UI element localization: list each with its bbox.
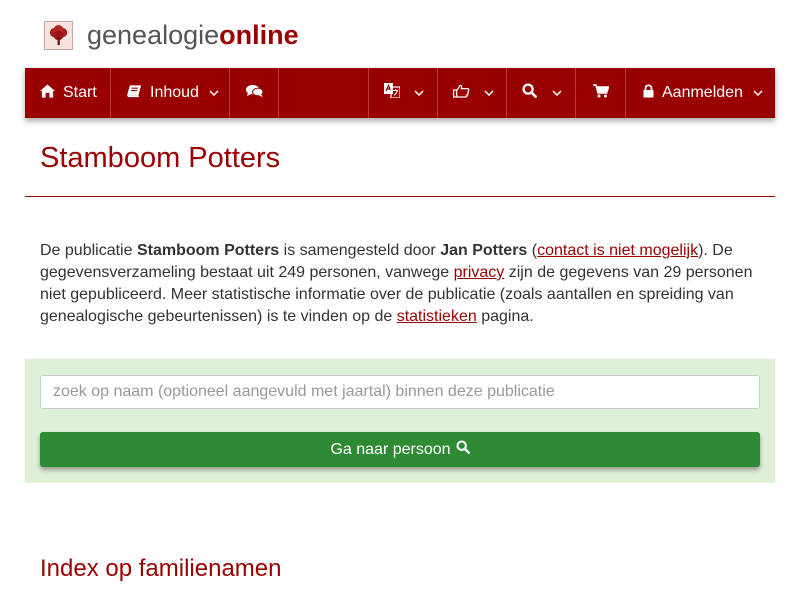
nav-inhoud[interactable]: Inhoud — [111, 68, 230, 118]
author-name: Jan Potters — [440, 242, 528, 259]
site-name: genealogieonline — [87, 20, 299, 50]
home-icon — [40, 83, 55, 103]
chevron-down-icon — [414, 90, 424, 96]
comments-icon — [245, 84, 263, 103]
chevron-down-icon — [484, 90, 494, 96]
statistics-link[interactable]: statistieken — [397, 308, 477, 325]
nav-forum[interactable] — [230, 68, 279, 118]
nav-start[interactable]: Start — [25, 68, 111, 118]
book-icon — [127, 84, 142, 103]
nav-feedback[interactable] — [438, 68, 507, 118]
chevron-down-icon — [753, 90, 763, 96]
search-icon — [451, 440, 470, 459]
chevron-down-icon — [552, 90, 562, 96]
intro-text: is samengesteld door — [279, 242, 441, 259]
cart-icon — [592, 83, 610, 103]
lock-icon — [643, 83, 654, 103]
person-search-input[interactable] — [40, 375, 760, 409]
search-icon — [522, 83, 537, 103]
nav-inhoud-label: Inhoud — [150, 84, 199, 101]
nav-search[interactable] — [507, 68, 576, 118]
thumbs-up-icon — [453, 84, 470, 103]
intro-text: ( — [527, 242, 538, 259]
publication-name: Stamboom Potters — [136, 242, 280, 259]
surname-index-title: Index op familienamen — [40, 555, 282, 582]
nav-shop[interactable] — [576, 68, 626, 118]
privacy-link[interactable]: privacy — [454, 264, 505, 281]
nav-language[interactable] — [369, 68, 438, 118]
tree-logo-icon — [44, 20, 73, 50]
nav-spacer — [279, 68, 369, 118]
site-logo[interactable]: genealogieonline — [44, 18, 299, 52]
nav-login-label: Aanmelden — [662, 84, 743, 101]
title-divider — [25, 196, 775, 197]
contact-link[interactable]: contact is niet mogelijk — [537, 242, 698, 259]
nav-login[interactable]: Aanmelden — [626, 68, 775, 118]
site-name-part2: online — [219, 20, 299, 50]
main-navbar: Start Inhoud Aanmelden — [25, 68, 775, 118]
translate-icon — [384, 83, 401, 103]
person-search-panel: Ga naar persoon — [25, 359, 775, 483]
chevron-down-icon — [209, 90, 219, 96]
publication-intro: De publicatie Stamboom Potters is sameng… — [40, 240, 764, 328]
go-to-person-label: Ga naar persoon — [330, 440, 451, 458]
intro-text: pagina. — [476, 308, 534, 325]
nav-start-label: Start — [63, 84, 97, 101]
site-name-part1: genealogie — [87, 20, 220, 50]
page-title: Stamboom Potters — [40, 142, 281, 174]
go-to-person-button[interactable]: Ga naar persoon — [40, 432, 760, 467]
intro-text: De publicatie — [40, 242, 137, 259]
